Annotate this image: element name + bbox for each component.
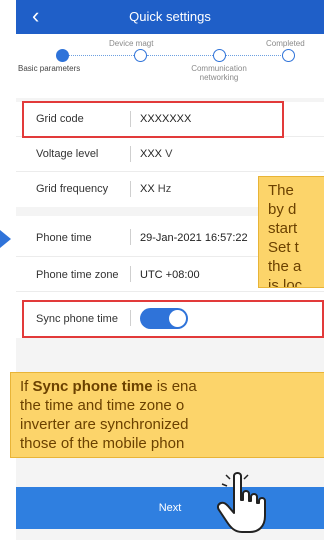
- grid-code-highlight: [22, 101, 284, 138]
- callout-top-line: The: [268, 182, 294, 199]
- callout-bottom-line-2: the time and time zone o: [20, 397, 185, 414]
- sync-phone-time-highlight: [22, 300, 324, 338]
- callout-bottom-line-4: those of the mobile phon: [20, 435, 185, 452]
- callout-top-line: start: [268, 220, 298, 237]
- voltage-level-row[interactable]: Voltage level XXX V: [16, 137, 324, 172]
- step-dot-communication-networking: [213, 49, 226, 62]
- voltage-level-unit: V: [165, 148, 173, 160]
- step-label-device-magt: Device magt: [109, 39, 154, 48]
- step-dot-device-magt: [134, 49, 147, 62]
- step-connector: [68, 55, 134, 56]
- step-connector: [147, 55, 213, 56]
- callout-text: If: [20, 378, 33, 395]
- next-button[interactable]: Next: [16, 487, 324, 529]
- grid-frequency-unit: Hz: [157, 183, 172, 195]
- grid-frequency-number: XX: [140, 183, 155, 195]
- divider: [130, 266, 131, 282]
- callout-top-line: the a: [268, 258, 302, 275]
- phone-time-zone-value: UTC +08:00: [140, 269, 200, 281]
- pointer-arrow-icon: [0, 230, 11, 248]
- step-label-communication-networking: Communication networking: [191, 64, 247, 82]
- phone-time-value: 29-Jan-2021 16:57:22: [140, 232, 248, 244]
- callout-bold-text: Sync phone time: [32, 378, 153, 395]
- divider: [130, 181, 131, 197]
- step-label-completed: Completed: [266, 39, 305, 48]
- callout-bottom-line-1: If Sync phone time is ena: [20, 377, 315, 396]
- step-dot-basic-parameters: [56, 49, 69, 62]
- callout-top-line: by d: [268, 201, 297, 218]
- divider: [130, 146, 131, 162]
- grid-frequency-label: Grid frequency: [36, 183, 109, 195]
- step-dot-completed: [282, 49, 295, 62]
- callout-bottom-line-3: inverter are synchronized: [20, 416, 189, 433]
- voltage-level-value[interactable]: XXX V: [140, 148, 172, 160]
- callout-top-line: is loc: [268, 277, 303, 288]
- callout-top-line: Set t: [268, 239, 299, 256]
- grid-frequency-value[interactable]: XX Hz: [140, 183, 171, 195]
- progress-stepper: Basic parameters Device magt Communicati…: [16, 34, 324, 98]
- phone-time-label: Phone time: [36, 232, 92, 244]
- divider: [130, 229, 131, 245]
- hand-pointer-icon: [216, 472, 266, 533]
- voltage-level-label: Voltage level: [36, 148, 99, 160]
- voltage-level-number: XXX: [140, 148, 163, 160]
- callout-note-bottom: If Sync phone time is ena the time and t…: [10, 372, 324, 458]
- callout-text: is ena: [152, 378, 197, 395]
- title-bar: ‹ Quick settings: [16, 0, 324, 34]
- phone-time-zone-label: Phone time zone: [36, 269, 119, 281]
- step-label-basic-parameters: Basic parameters: [18, 64, 81, 73]
- page-title: Quick settings: [129, 9, 211, 24]
- step-connector: [226, 55, 289, 56]
- phone-screen: ‹ Quick settings Basic parameters Device…: [16, 0, 324, 540]
- callout-note-top: The by d start Set t the a is loc: [258, 176, 324, 288]
